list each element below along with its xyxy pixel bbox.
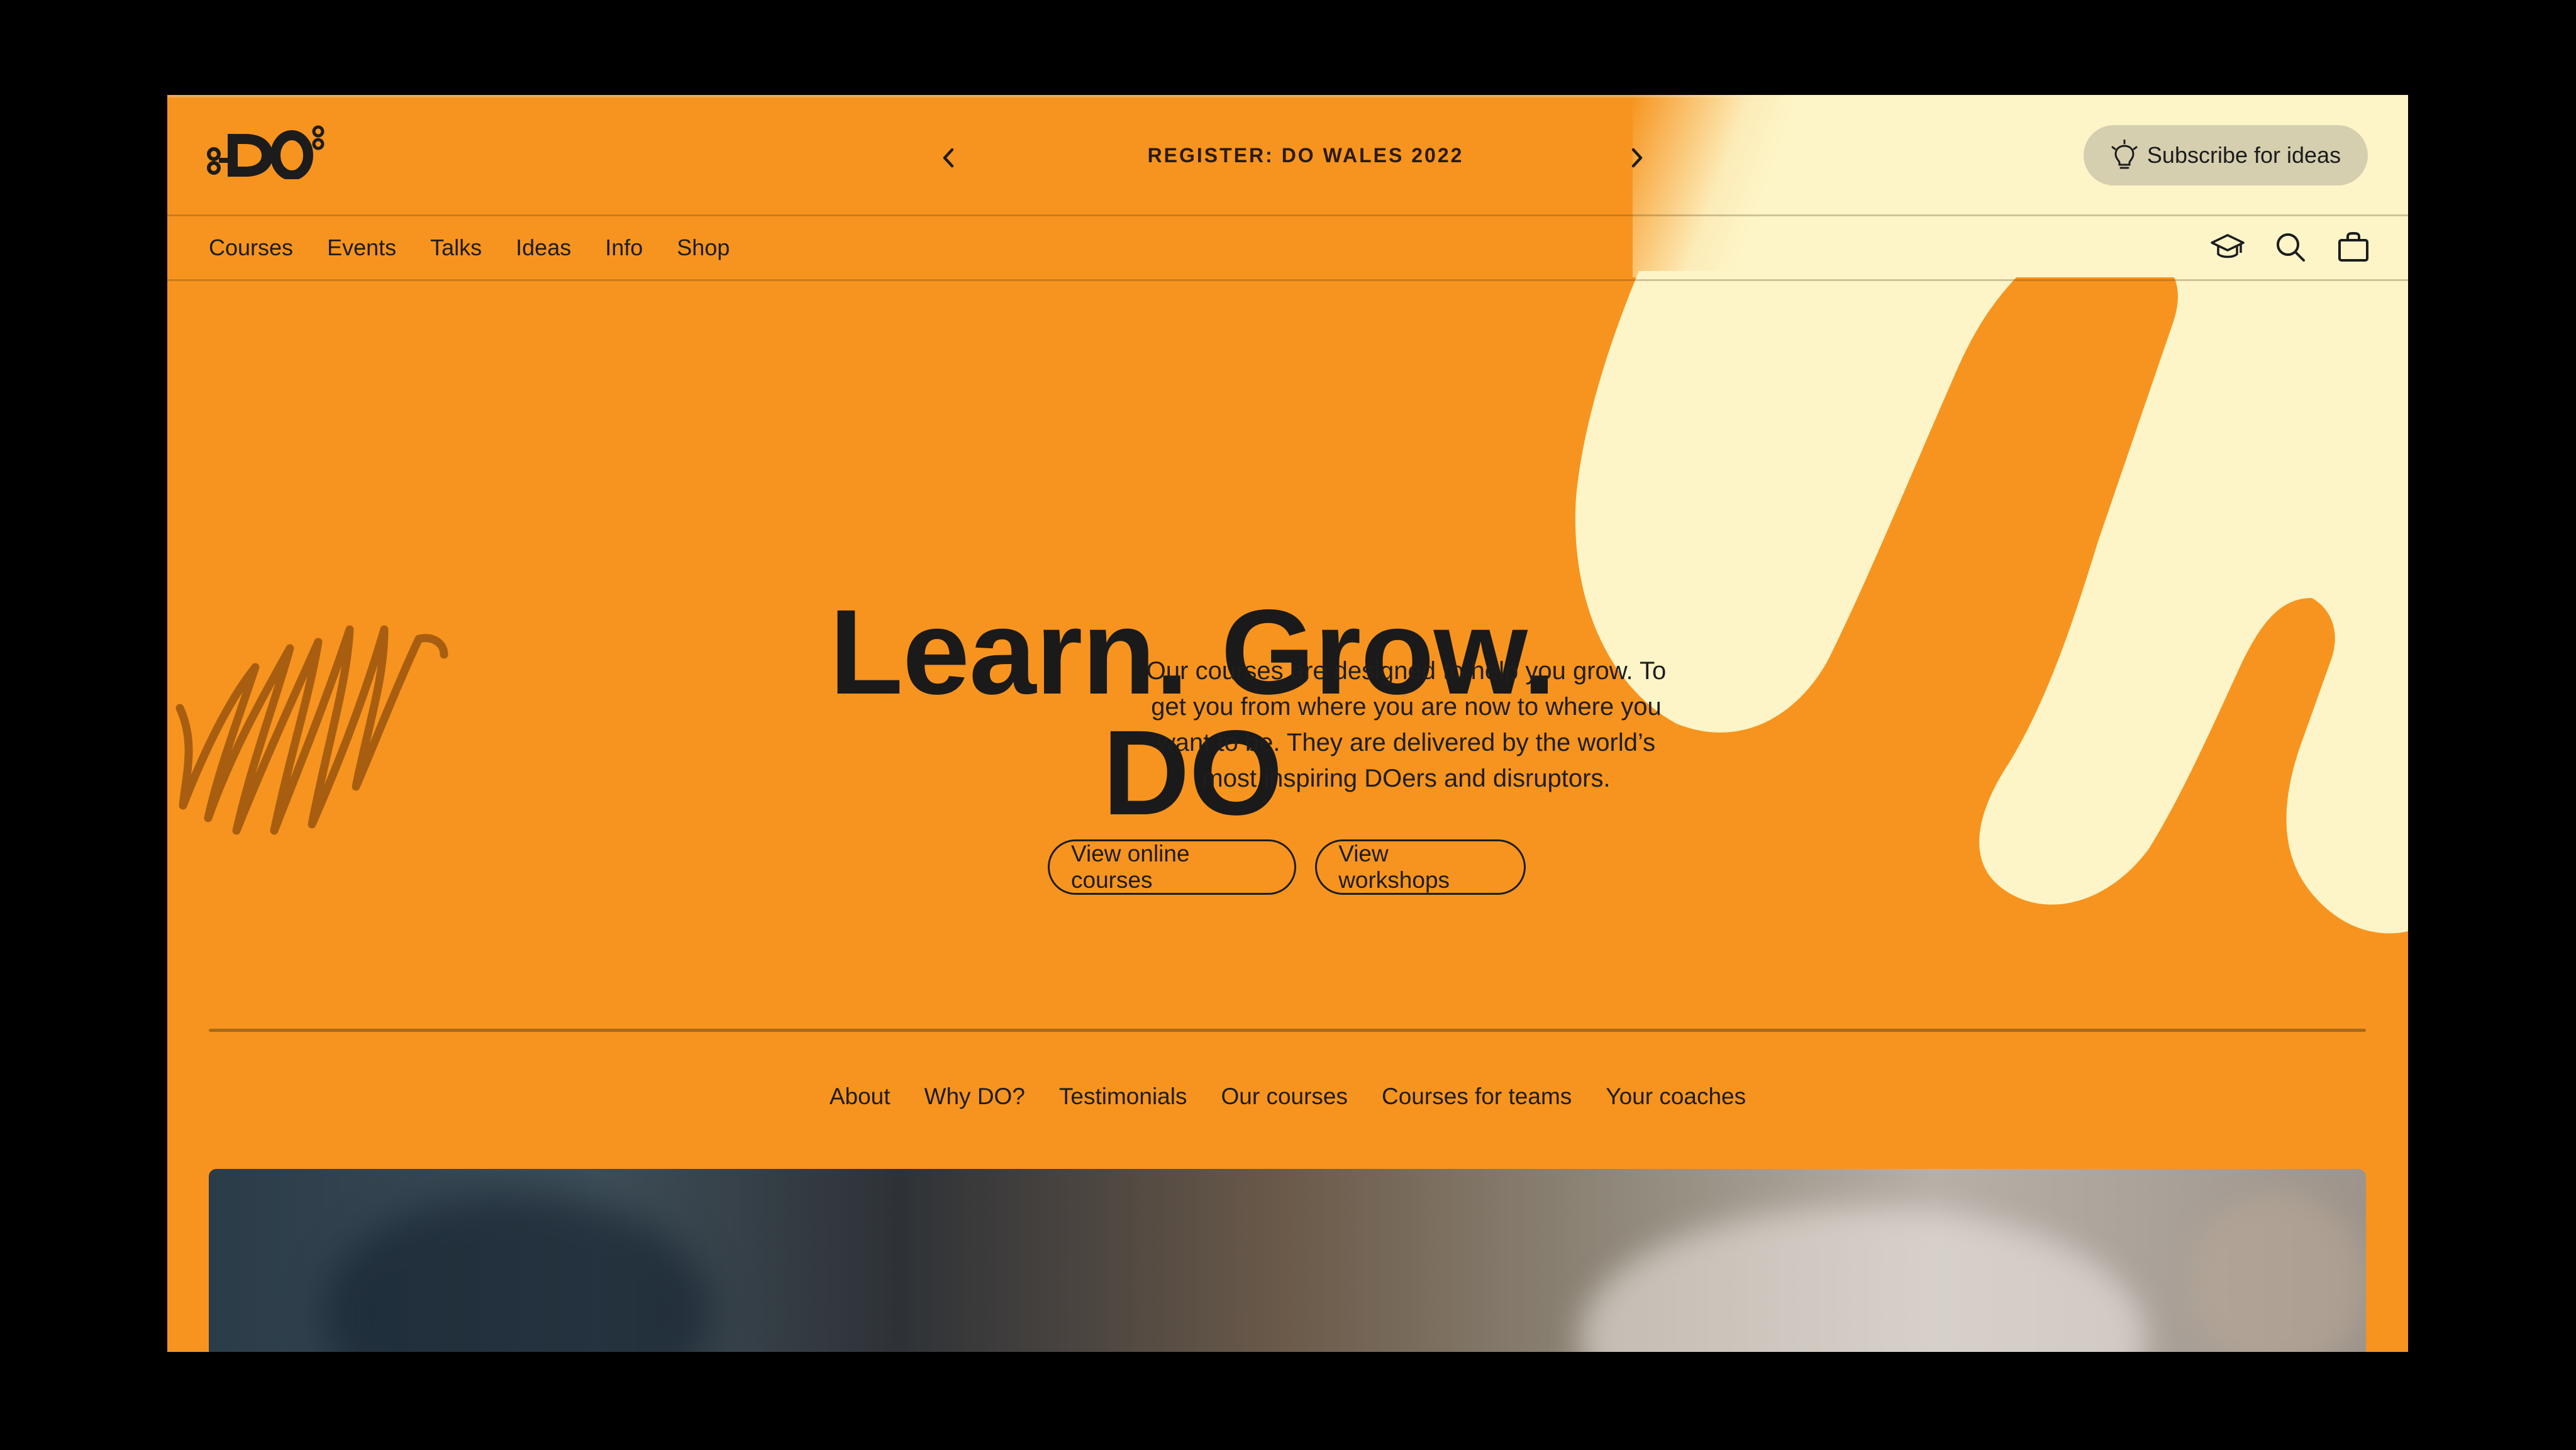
hero-description: Our courses are designed to help you gro… xyxy=(1146,657,1667,792)
nav-item-talks[interactable]: Talks xyxy=(430,235,482,261)
main-nav: Courses Events Talks Ideas Info Shop xyxy=(167,216,2408,281)
announcement-next-button[interactable] xyxy=(1618,139,1655,177)
section-divider xyxy=(209,1029,2366,1032)
bag-icon xyxy=(2338,231,2368,262)
cream-wave-shape xyxy=(1575,271,2408,934)
browser-viewport: REGISTER: DO WALES 2022 Subscribe for id… xyxy=(167,95,2408,1352)
chevron-left-icon xyxy=(943,148,954,168)
subscribe-button[interactable]: Subscribe for ideas xyxy=(2084,125,2368,185)
nav-item-shop[interactable]: Shop xyxy=(677,235,730,261)
subnav-testimonials[interactable]: Testimonials xyxy=(1059,1083,1187,1110)
graduation-cap-icon xyxy=(2211,234,2245,258)
view-online-courses-button[interactable]: View online courses xyxy=(1048,839,1297,895)
announcement-bar: REGISTER: DO WALES 2022 Subscribe for id… xyxy=(167,95,2408,216)
scribble-decoration xyxy=(175,625,448,835)
do-logo[interactable] xyxy=(206,123,326,179)
announcement-prev-button[interactable] xyxy=(930,139,968,177)
subnav-about[interactable]: About xyxy=(830,1083,891,1110)
nav-item-courses[interactable]: Courses xyxy=(209,235,293,261)
search-icon xyxy=(2277,233,2305,262)
nav-item-info[interactable]: Info xyxy=(605,235,643,261)
search-button[interactable] xyxy=(2271,228,2310,267)
subnav-your-coaches[interactable]: Your coaches xyxy=(1606,1083,1746,1110)
subnav-why-do[interactable]: Why DO? xyxy=(924,1083,1025,1110)
nav-item-ideas[interactable]: Ideas xyxy=(516,235,571,261)
subnav-our-courses[interactable]: Our courses xyxy=(1221,1083,1348,1110)
announcement-text[interactable]: REGISTER: DO WALES 2022 xyxy=(1023,144,1589,167)
subnav-courses-for-teams[interactable]: Courses for teams xyxy=(1382,1083,1572,1110)
cart-button[interactable] xyxy=(2334,228,2373,267)
account-button[interactable] xyxy=(2208,228,2247,267)
lightbulb-icon xyxy=(2111,140,2138,169)
view-workshops-button[interactable]: View workshops xyxy=(1315,839,1526,895)
hero-photo xyxy=(209,1169,2366,1352)
subscribe-label: Subscribe for ideas xyxy=(2146,142,2341,168)
nav-item-events[interactable]: Events xyxy=(327,235,396,261)
chevron-right-icon xyxy=(1631,148,1643,168)
section-subnav: About Why DO? Testimonials Our courses C… xyxy=(167,1083,2408,1110)
hero-buttons: View online courses View workshops xyxy=(1048,839,1526,895)
